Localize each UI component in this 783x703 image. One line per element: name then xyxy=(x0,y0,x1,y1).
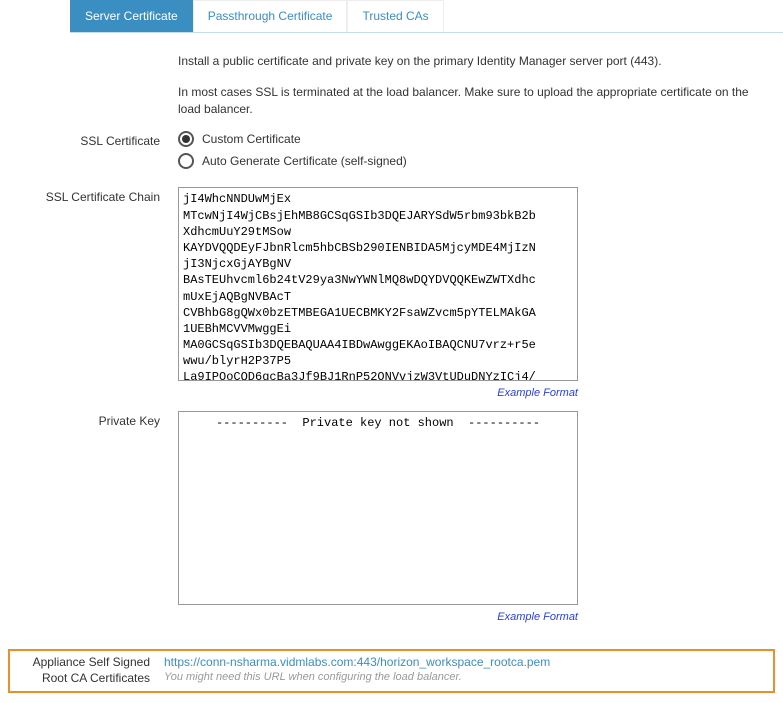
intro-line-2: In most cases SSL is terminated at the l… xyxy=(178,84,763,118)
row-private-key: Private Key Example Format xyxy=(20,411,763,623)
link-example-format-pk[interactable]: Example Format xyxy=(178,611,578,623)
radio-auto-generate[interactable] xyxy=(178,153,194,169)
tab-bar: Server Certificate Passthrough Certifica… xyxy=(70,0,783,33)
row-root-ca: Appliance Self Signed Root CA Certificat… xyxy=(8,649,775,692)
label-ssl-certificate: SSL Certificate xyxy=(20,131,178,175)
radio-label-custom: Custom Certificate xyxy=(202,132,301,146)
tab-trusted-cas[interactable]: Trusted CAs xyxy=(347,0,443,32)
field-root-ca: https://conn-nsharma.vidmlabs.com:443/ho… xyxy=(164,655,767,683)
radio-row-auto: Auto Generate Certificate (self-signed) xyxy=(178,153,763,169)
content-area: Install a public certificate and private… xyxy=(0,33,783,645)
textarea-private-key[interactable] xyxy=(178,411,578,605)
intro-text: Install a public certificate and private… xyxy=(178,53,763,117)
textarea-ssl-chain[interactable] xyxy=(178,187,578,381)
link-root-ca-url[interactable]: https://conn-nsharma.vidmlabs.com:443/ho… xyxy=(164,655,767,669)
label-ssl-chain: SSL Certificate Chain xyxy=(20,187,178,399)
tab-server-certificate[interactable]: Server Certificate xyxy=(70,0,193,32)
radio-custom-certificate[interactable] xyxy=(178,131,194,147)
tab-passthrough-certificate[interactable]: Passthrough Certificate xyxy=(193,0,348,32)
field-private-key: Example Format xyxy=(178,411,763,623)
field-ssl-certificate: Custom Certificate Auto Generate Certifi… xyxy=(178,131,763,175)
radio-label-auto: Auto Generate Certificate (self-signed) xyxy=(202,154,407,168)
row-ssl-chain: SSL Certificate Chain Example Format xyxy=(20,187,763,399)
label-private-key: Private Key xyxy=(20,411,178,623)
label-root-ca: Appliance Self Signed Root CA Certificat… xyxy=(16,655,164,686)
text-root-ca-hint: You might need this URL when configuring… xyxy=(164,671,767,683)
link-example-format-chain[interactable]: Example Format xyxy=(178,387,578,399)
intro-line-1: Install a public certificate and private… xyxy=(178,53,763,70)
field-ssl-chain: Example Format xyxy=(178,187,763,399)
radio-row-custom: Custom Certificate xyxy=(178,131,763,147)
row-ssl-certificate: SSL Certificate Custom Certificate Auto … xyxy=(20,131,763,175)
